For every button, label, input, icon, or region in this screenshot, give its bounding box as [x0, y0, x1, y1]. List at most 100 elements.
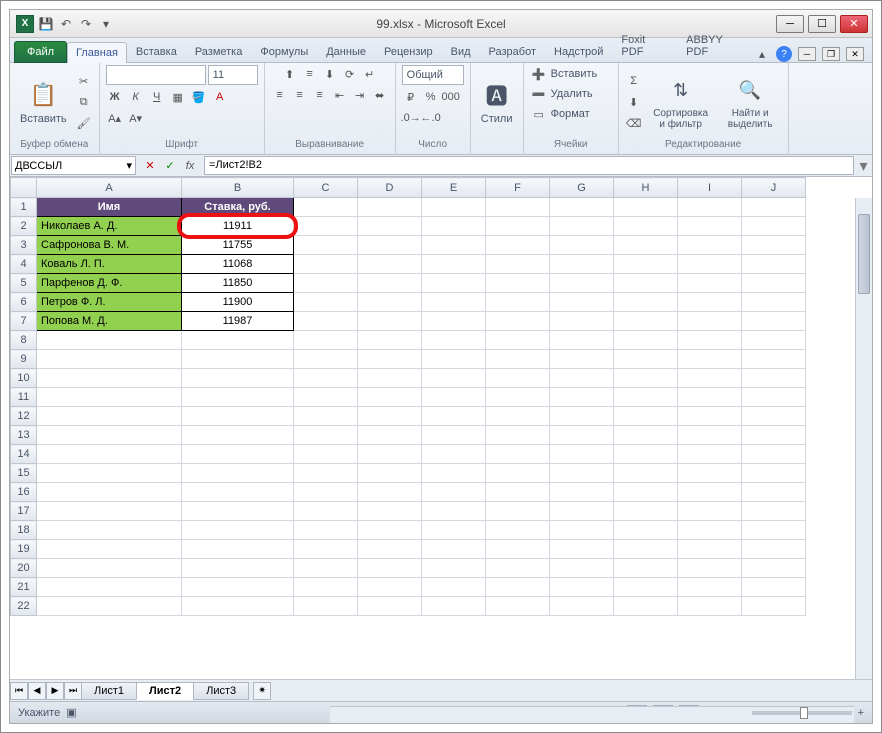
cell-A11[interactable]	[37, 388, 182, 407]
cell-A14[interactable]	[37, 445, 182, 464]
merge-icon[interactable]: ⬌	[371, 86, 389, 104]
cell-B15[interactable]	[182, 464, 294, 483]
cell-C14[interactable]	[294, 445, 358, 464]
tab-data[interactable]: Данные	[317, 41, 375, 62]
row-header-12[interactable]: 12	[11, 407, 37, 426]
cell-B4[interactable]: 11068	[182, 255, 294, 274]
column-header-I[interactable]: I	[678, 178, 742, 198]
name-box[interactable]: ДВССЫЛ ▾	[11, 156, 136, 175]
cell-E4[interactable]	[422, 255, 486, 274]
tab-view[interactable]: Вид	[442, 41, 480, 62]
align-bottom-icon[interactable]: ⬇	[321, 65, 339, 83]
cell-F1[interactable]	[486, 198, 550, 217]
cell-H19[interactable]	[614, 540, 678, 559]
cell-G16[interactable]	[550, 483, 614, 502]
sheet-tab-Лист2[interactable]: Лист2	[136, 682, 194, 700]
cell-G17[interactable]	[550, 502, 614, 521]
cell-G5[interactable]	[550, 274, 614, 293]
cell-H16[interactable]	[614, 483, 678, 502]
cell-J2[interactable]	[742, 217, 806, 236]
new-sheet-icon[interactable]: ✷	[253, 682, 271, 700]
file-tab[interactable]: Файл	[14, 41, 67, 63]
cell-E10[interactable]	[422, 369, 486, 388]
help-icon[interactable]: ?	[776, 46, 792, 62]
cell-B19[interactable]	[182, 540, 294, 559]
cell-A15[interactable]	[37, 464, 182, 483]
font-name-combo[interactable]	[106, 65, 206, 85]
tab-review[interactable]: Рецензир	[375, 41, 442, 62]
sheet-tab-Лист1[interactable]: Лист1	[81, 682, 137, 700]
cell-D18[interactable]	[358, 521, 422, 540]
align-top-icon[interactable]: ⬆	[281, 65, 299, 83]
cell-H7[interactable]	[614, 312, 678, 331]
cell-J16[interactable]	[742, 483, 806, 502]
cell-H8[interactable]	[614, 331, 678, 350]
row-header-20[interactable]: 20	[11, 559, 37, 578]
cell-G13[interactable]	[550, 426, 614, 445]
cell-A10[interactable]	[37, 369, 182, 388]
cell-C17[interactable]	[294, 502, 358, 521]
cell-E3[interactable]	[422, 236, 486, 255]
row-header-6[interactable]: 6	[11, 293, 37, 312]
cell-F8[interactable]	[486, 331, 550, 350]
cell-B13[interactable]	[182, 426, 294, 445]
row-header-18[interactable]: 18	[11, 521, 37, 540]
cell-E18[interactable]	[422, 521, 486, 540]
formula-input[interactable]: =Лист2!B2	[204, 156, 854, 175]
delete-cells-label[interactable]: Удалить	[551, 88, 593, 100]
underline-icon[interactable]: Ч	[148, 88, 166, 106]
cell-A21[interactable]	[37, 578, 182, 597]
sheet-nav-first-icon[interactable]: ⏮	[10, 682, 28, 700]
cell-F6[interactable]	[486, 293, 550, 312]
cell-C9[interactable]	[294, 350, 358, 369]
row-header-16[interactable]: 16	[11, 483, 37, 502]
tab-home[interactable]: Главная	[67, 42, 127, 63]
cell-D19[interactable]	[358, 540, 422, 559]
percent-icon[interactable]: %	[422, 88, 440, 106]
row-header-1[interactable]: 1	[11, 198, 37, 217]
zoom-slider[interactable]	[752, 711, 852, 715]
cell-C3[interactable]	[294, 236, 358, 255]
format-painter-icon[interactable]: 🖌	[75, 114, 93, 132]
styles-button[interactable]: 🅰 Стили	[477, 77, 517, 127]
row-header-13[interactable]: 13	[11, 426, 37, 445]
align-left-icon[interactable]: ≡	[271, 86, 289, 104]
cell-F22[interactable]	[486, 597, 550, 616]
cell-I1[interactable]	[678, 198, 742, 217]
cell-I6[interactable]	[678, 293, 742, 312]
cell-C4[interactable]	[294, 255, 358, 274]
cell-J10[interactable]	[742, 369, 806, 388]
cancel-formula-icon[interactable]: ✕	[141, 159, 159, 172]
mdi-minimize-button[interactable]: ─	[798, 47, 816, 61]
cell-H1[interactable]	[614, 198, 678, 217]
scroll-thumb[interactable]	[858, 214, 870, 294]
insert-cells-icon[interactable]: ➕	[530, 65, 548, 83]
cell-D22[interactable]	[358, 597, 422, 616]
cell-D10[interactable]	[358, 369, 422, 388]
row-header-17[interactable]: 17	[11, 502, 37, 521]
cell-J9[interactable]	[742, 350, 806, 369]
tab-insert[interactable]: Вставка	[127, 41, 186, 62]
cell-E6[interactable]	[422, 293, 486, 312]
cell-C19[interactable]	[294, 540, 358, 559]
cell-H13[interactable]	[614, 426, 678, 445]
cell-G14[interactable]	[550, 445, 614, 464]
cell-G22[interactable]	[550, 597, 614, 616]
cell-A19[interactable]	[37, 540, 182, 559]
cell-F5[interactable]	[486, 274, 550, 293]
cell-B2[interactable]: 11911	[182, 217, 294, 236]
cell-I15[interactable]	[678, 464, 742, 483]
row-header-14[interactable]: 14	[11, 445, 37, 464]
tab-foxit[interactable]: Foxit PDF	[612, 29, 677, 62]
cell-A5[interactable]: Парфенов Д. Ф.	[37, 274, 182, 293]
cell-J12[interactable]	[742, 407, 806, 426]
row-header-2[interactable]: 2	[11, 217, 37, 236]
cell-H3[interactable]	[614, 236, 678, 255]
increase-indent-icon[interactable]: ⇥	[351, 86, 369, 104]
cell-D4[interactable]	[358, 255, 422, 274]
cell-G2[interactable]	[550, 217, 614, 236]
align-center-icon[interactable]: ≡	[291, 86, 309, 104]
cell-J17[interactable]	[742, 502, 806, 521]
cell-B6[interactable]: 11900	[182, 293, 294, 312]
maximize-button[interactable]: ☐	[808, 15, 836, 33]
